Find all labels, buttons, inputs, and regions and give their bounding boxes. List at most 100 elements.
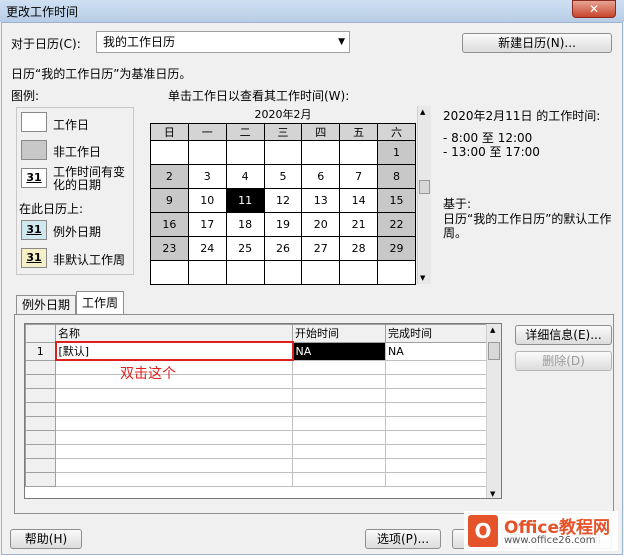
calendar-day[interactable]: 9 — [150, 188, 189, 213]
grid-cell[interactable] — [25, 457, 56, 473]
grid-cell[interactable] — [292, 373, 386, 389]
grid-cell[interactable] — [25, 401, 56, 417]
calendar-day[interactable]: 26 — [263, 236, 303, 261]
calendar-day[interactable]: 20 — [301, 212, 341, 237]
calendar-day[interactable]: 18 — [225, 212, 265, 237]
weekday-header[interactable]: 日 — [150, 123, 189, 141]
calendar-day[interactable]: 2 — [150, 164, 189, 189]
table-row[interactable] — [25, 457, 489, 473]
calendar-day[interactable] — [225, 140, 265, 165]
calendar-day[interactable]: 21 — [339, 212, 379, 237]
calendar-day[interactable] — [263, 260, 303, 285]
weekday-header[interactable]: 一 — [187, 123, 227, 141]
header-start[interactable]: 开始时间 — [292, 324, 386, 343]
grid-cell[interactable] — [292, 415, 386, 431]
grid-cell[interactable] — [292, 457, 386, 473]
grid-cell[interactable] — [25, 443, 56, 459]
grid-cell[interactable] — [292, 359, 386, 375]
grid-cell[interactable] — [385, 443, 489, 459]
grid-cell[interactable] — [385, 373, 489, 389]
grid-cell[interactable] — [55, 471, 293, 487]
close-icon[interactable]: ✕ — [572, 0, 616, 18]
calendar-day[interactable] — [187, 260, 227, 285]
calendar-day[interactable] — [150, 140, 189, 165]
calendar-day[interactable] — [187, 140, 227, 165]
grid-scroll-up-icon[interactable]: ▲ — [490, 326, 495, 334]
weekday-header[interactable]: 五 — [339, 123, 379, 141]
grid-cell[interactable] — [292, 471, 386, 487]
grid-cell[interactable] — [385, 359, 489, 375]
grid-cell[interactable] — [55, 443, 293, 459]
row-start-cell[interactable]: NA — [292, 341, 386, 361]
calendar-day[interactable]: 22 — [377, 212, 416, 237]
table-row[interactable] — [25, 443, 489, 459]
tab-exceptions[interactable]: 例外日期 — [16, 295, 76, 314]
new-calendar-button[interactable]: 新建日历(N)... — [462, 33, 612, 53]
grid-cell[interactable] — [25, 415, 56, 431]
grid-scrollbar[interactable]: ▲ ▼ — [486, 324, 501, 498]
calendar-day[interactable] — [225, 260, 265, 285]
tab-work-weeks[interactable]: 工作周 — [76, 291, 124, 315]
weekday-header[interactable]: 二 — [225, 123, 265, 141]
table-row[interactable] — [25, 373, 489, 389]
grid-cell[interactable] — [385, 429, 489, 445]
calendar-day[interactable]: 3 — [187, 164, 227, 189]
calendar-day[interactable]: 15 — [377, 188, 416, 213]
calendar-day[interactable]: 13 — [301, 188, 341, 213]
calendar-day[interactable]: 6 — [301, 164, 341, 189]
calendar-day[interactable]: 29 — [377, 236, 416, 261]
weekday-header[interactable]: 六 — [377, 123, 416, 141]
table-row[interactable] — [25, 471, 489, 487]
scroll-down-icon[interactable]: ▼ — [420, 274, 425, 282]
table-row[interactable] — [25, 359, 489, 375]
weekday-header[interactable]: 四 — [301, 123, 341, 141]
grid-cell[interactable] — [25, 387, 56, 403]
grid-cell[interactable] — [55, 401, 293, 417]
table-row[interactable] — [25, 387, 489, 403]
calendar-day[interactable]: 17 — [187, 212, 227, 237]
calendar-day[interactable]: 7 — [339, 164, 379, 189]
grid-cell[interactable] — [385, 471, 489, 487]
scroll-up-icon[interactable]: ▲ — [420, 108, 425, 116]
calendar-day[interactable]: 5 — [263, 164, 303, 189]
grid-cell[interactable] — [292, 429, 386, 445]
calendar-day[interactable] — [150, 260, 189, 285]
grid-cell[interactable] — [385, 415, 489, 431]
row-finish-cell[interactable]: NA — [385, 341, 489, 361]
calendar-day[interactable]: 16 — [150, 212, 189, 237]
calendar-day[interactable]: 25 — [225, 236, 265, 261]
calendar-day[interactable]: 12 — [263, 188, 303, 213]
delete-button[interactable]: 删除(D) — [515, 351, 612, 371]
grid-cell[interactable] — [385, 457, 489, 473]
calendar-day[interactable]: 8 — [377, 164, 416, 189]
calendar-scrollbar[interactable]: ▲ ▼ — [417, 106, 431, 284]
calendar-day[interactable] — [263, 140, 303, 165]
grid-scroll-thumb[interactable] — [488, 342, 500, 360]
calendar-day[interactable]: 27 — [301, 236, 341, 261]
calendar-day[interactable] — [301, 260, 341, 285]
grid-cell[interactable] — [385, 401, 489, 417]
header-finish[interactable]: 完成时间 — [385, 324, 489, 343]
grid-cell[interactable] — [55, 387, 293, 403]
grid-cell[interactable] — [25, 471, 56, 487]
calendar-day[interactable] — [339, 140, 379, 165]
calendar-select[interactable]: 我的工作日历 ▼ — [96, 31, 350, 53]
grid-cell[interactable] — [25, 359, 56, 375]
grid-scroll-down-icon[interactable]: ▼ — [490, 490, 495, 498]
grid-cell[interactable] — [55, 415, 293, 431]
calendar-scroll-thumb[interactable] — [419, 180, 430, 194]
grid-cell[interactable] — [292, 443, 386, 459]
calendar-day[interactable] — [301, 140, 341, 165]
weekday-header[interactable]: 三 — [263, 123, 303, 141]
table-row[interactable]: 1 [默认] NA NA — [25, 341, 489, 361]
calendar-day[interactable]: 1 — [377, 140, 416, 165]
row-name-cell[interactable]: [默认] — [54, 341, 294, 361]
grid-cell[interactable] — [292, 401, 386, 417]
grid-cell[interactable] — [25, 429, 56, 445]
details-button[interactable]: 详细信息(E)... — [515, 325, 612, 345]
grid-cell[interactable] — [385, 387, 489, 403]
calendar-day[interactable] — [339, 260, 379, 285]
grid-cell[interactable] — [55, 429, 293, 445]
grid-cell[interactable] — [292, 387, 386, 403]
calendar-day[interactable]: 23 — [150, 236, 189, 261]
